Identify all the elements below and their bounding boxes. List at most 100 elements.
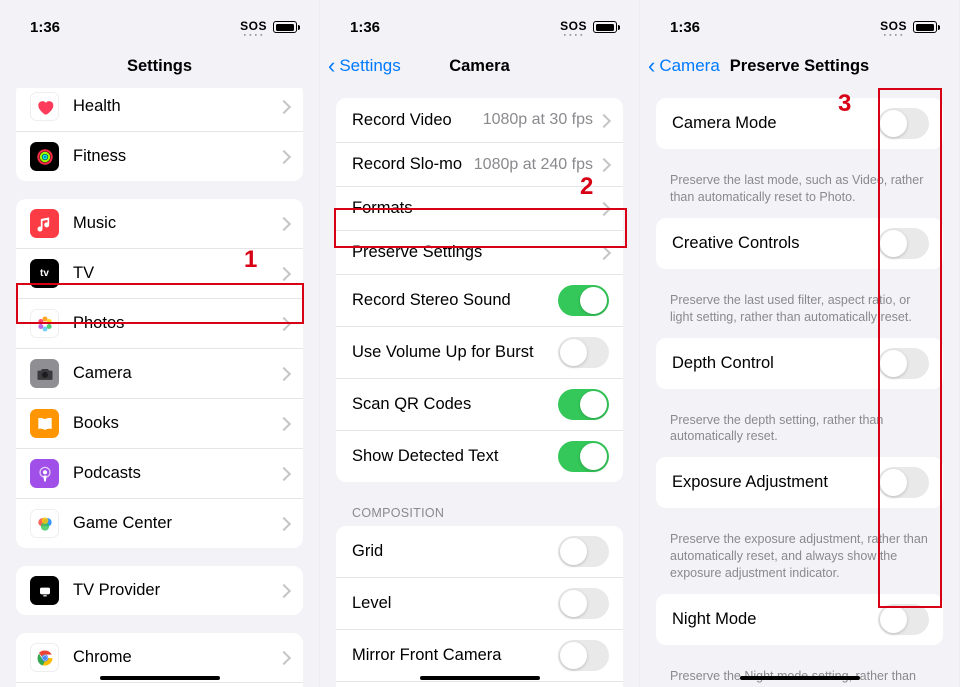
toggle-grid[interactable] xyxy=(558,536,609,567)
page-title: Camera xyxy=(449,57,510,76)
status-right: SOS● ● ● ● xyxy=(560,18,617,36)
chevron-right-icon xyxy=(601,114,609,127)
home-indicator[interactable] xyxy=(740,676,860,681)
chevron-right-icon xyxy=(601,158,609,171)
settings-content[interactable]: Health Fitness Music tv TV xyxy=(0,88,319,687)
row-preserve-settings[interactable]: Preserve Settings xyxy=(336,230,623,274)
music-icon xyxy=(30,209,59,238)
chevron-right-icon xyxy=(601,202,609,215)
row-exposure-adjustment[interactable]: Exposure Adjustment xyxy=(656,457,943,508)
group-tv-provider: TV Provider xyxy=(16,566,303,615)
home-indicator[interactable] xyxy=(100,676,220,681)
row-podcasts[interactable]: Podcasts xyxy=(16,448,303,498)
footer-camera-mode: Preserve the last mode, such as Video, r… xyxy=(640,167,959,218)
row-books[interactable]: Books xyxy=(16,398,303,448)
row-label: Night Mode xyxy=(672,610,878,629)
annotation-number-1: 1 xyxy=(244,246,257,274)
row-delta[interactable]: Delta xyxy=(16,682,303,687)
phone-preserve-settings: 1:36 SOS● ● ● ● ‹ Camera Preserve Settin… xyxy=(640,0,960,687)
row-detail: 1080p at 30 fps xyxy=(483,111,593,129)
row-tvprovider[interactable]: TV Provider xyxy=(16,566,303,615)
camera-content[interactable]: Record Video 1080p at 30 fps Record Slo-… xyxy=(320,88,639,687)
row-label: Scan QR Codes xyxy=(352,395,558,414)
row-record-video[interactable]: Record Video 1080p at 30 fps xyxy=(336,98,623,142)
battery-icon xyxy=(913,21,937,33)
row-volume-burst[interactable]: Use Volume Up for Burst xyxy=(336,326,623,378)
row-gamecenter[interactable]: Game Center xyxy=(16,498,303,548)
chevron-right-icon xyxy=(281,150,289,163)
row-group-exposure: Exposure Adjustment xyxy=(656,457,943,508)
row-camera[interactable]: Camera xyxy=(16,348,303,398)
toggle-detected-text[interactable] xyxy=(558,441,609,472)
group-camera-main: Record Video 1080p at 30 fps Record Slo-… xyxy=(336,98,623,482)
group-media-apps: Music tv TV Photos Camera xyxy=(16,199,303,548)
row-mirror-front[interactable]: Mirror Front Camera xyxy=(336,629,623,681)
row-stereo-sound[interactable]: Record Stereo Sound xyxy=(336,274,623,326)
home-indicator[interactable] xyxy=(420,676,540,681)
camera-icon xyxy=(30,359,59,388)
row-photos[interactable]: Photos xyxy=(16,298,303,348)
row-label: Fitness xyxy=(73,147,281,166)
nav-bar: ‹ Camera Preserve Settings xyxy=(640,44,959,88)
chevron-right-icon xyxy=(281,317,289,330)
annotation-number-3: 3 xyxy=(838,90,851,118)
preserve-content[interactable]: Camera Mode Preserve the last mode, such… xyxy=(640,88,959,687)
row-creative-controls[interactable]: Creative Controls xyxy=(656,218,943,269)
row-grid[interactable]: Grid xyxy=(336,526,623,577)
status-time: 1:36 xyxy=(350,19,380,36)
page-title: Settings xyxy=(127,57,192,76)
row-fitness[interactable]: Fitness xyxy=(16,131,303,181)
sos-indicator: SOS● ● ● ● xyxy=(240,18,267,36)
status-right: SOS● ● ● ● xyxy=(240,18,297,36)
chevron-right-icon xyxy=(281,217,289,230)
back-button[interactable]: ‹ Settings xyxy=(328,44,401,88)
row-label: Books xyxy=(73,414,281,433)
status-bar: 1:36 SOS● ● ● ● xyxy=(0,0,319,44)
row-label: Record Stereo Sound xyxy=(352,291,558,310)
back-button[interactable]: ‹ Camera xyxy=(648,44,720,88)
photos-icon xyxy=(30,309,59,338)
status-time: 1:36 xyxy=(670,19,700,36)
row-night-mode[interactable]: Night Mode xyxy=(656,594,943,645)
toggle-level[interactable] xyxy=(558,588,609,619)
row-camera-mode[interactable]: Camera Mode xyxy=(656,98,943,149)
toggle-creative-controls[interactable] xyxy=(878,228,929,259)
row-depth-control[interactable]: Depth Control xyxy=(656,338,943,389)
toggle-qr-codes[interactable] xyxy=(558,389,609,420)
row-label: Camera xyxy=(73,364,281,383)
footer-exposure: Preserve the exposure adjustment, rather… xyxy=(640,526,959,594)
chevron-right-icon xyxy=(281,367,289,380)
toggle-stereo-sound[interactable] xyxy=(558,285,609,316)
toggle-camera-mode[interactable] xyxy=(878,108,929,139)
row-label: Health xyxy=(73,97,281,116)
row-detected-text[interactable]: Show Detected Text xyxy=(336,430,623,482)
toggle-night-mode[interactable] xyxy=(878,604,929,635)
tvprovider-icon xyxy=(30,576,59,605)
page-title: Preserve Settings xyxy=(730,57,869,76)
toggle-depth-control[interactable] xyxy=(878,348,929,379)
row-group-camera-mode: Camera Mode xyxy=(656,98,943,149)
sos-indicator: SOS● ● ● ● xyxy=(880,18,907,36)
phone-camera-settings: 1:36 SOS● ● ● ● ‹ Settings Camera Record… xyxy=(320,0,640,687)
row-group-depth: Depth Control xyxy=(656,338,943,389)
row-outside-frame[interactable]: View Outside the Frame xyxy=(336,681,623,687)
toggle-mirror-front[interactable] xyxy=(558,640,609,671)
tv-icon: tv xyxy=(30,259,59,288)
chevron-right-icon xyxy=(281,517,289,530)
chevron-right-icon xyxy=(281,267,289,280)
battery-icon xyxy=(593,21,617,33)
row-detail: 1080p at 240 fps xyxy=(474,156,593,174)
sos-indicator: SOS● ● ● ● xyxy=(560,18,587,36)
section-header-composition: COMPOSITION xyxy=(320,500,639,526)
row-music[interactable]: Music xyxy=(16,199,303,248)
row-level[interactable]: Level xyxy=(336,577,623,629)
row-tv[interactable]: tv TV xyxy=(16,248,303,298)
row-label: Podcasts xyxy=(73,464,281,483)
toggle-exposure-adjustment[interactable] xyxy=(878,467,929,498)
row-health[interactable]: Health xyxy=(16,88,303,131)
status-right: SOS● ● ● ● xyxy=(880,18,937,36)
chevron-left-icon: ‹ xyxy=(328,55,335,77)
row-qr-codes[interactable]: Scan QR Codes xyxy=(336,378,623,430)
toggle-volume-burst[interactable] xyxy=(558,337,609,368)
nav-bar: ‹ Settings Camera xyxy=(320,44,639,88)
